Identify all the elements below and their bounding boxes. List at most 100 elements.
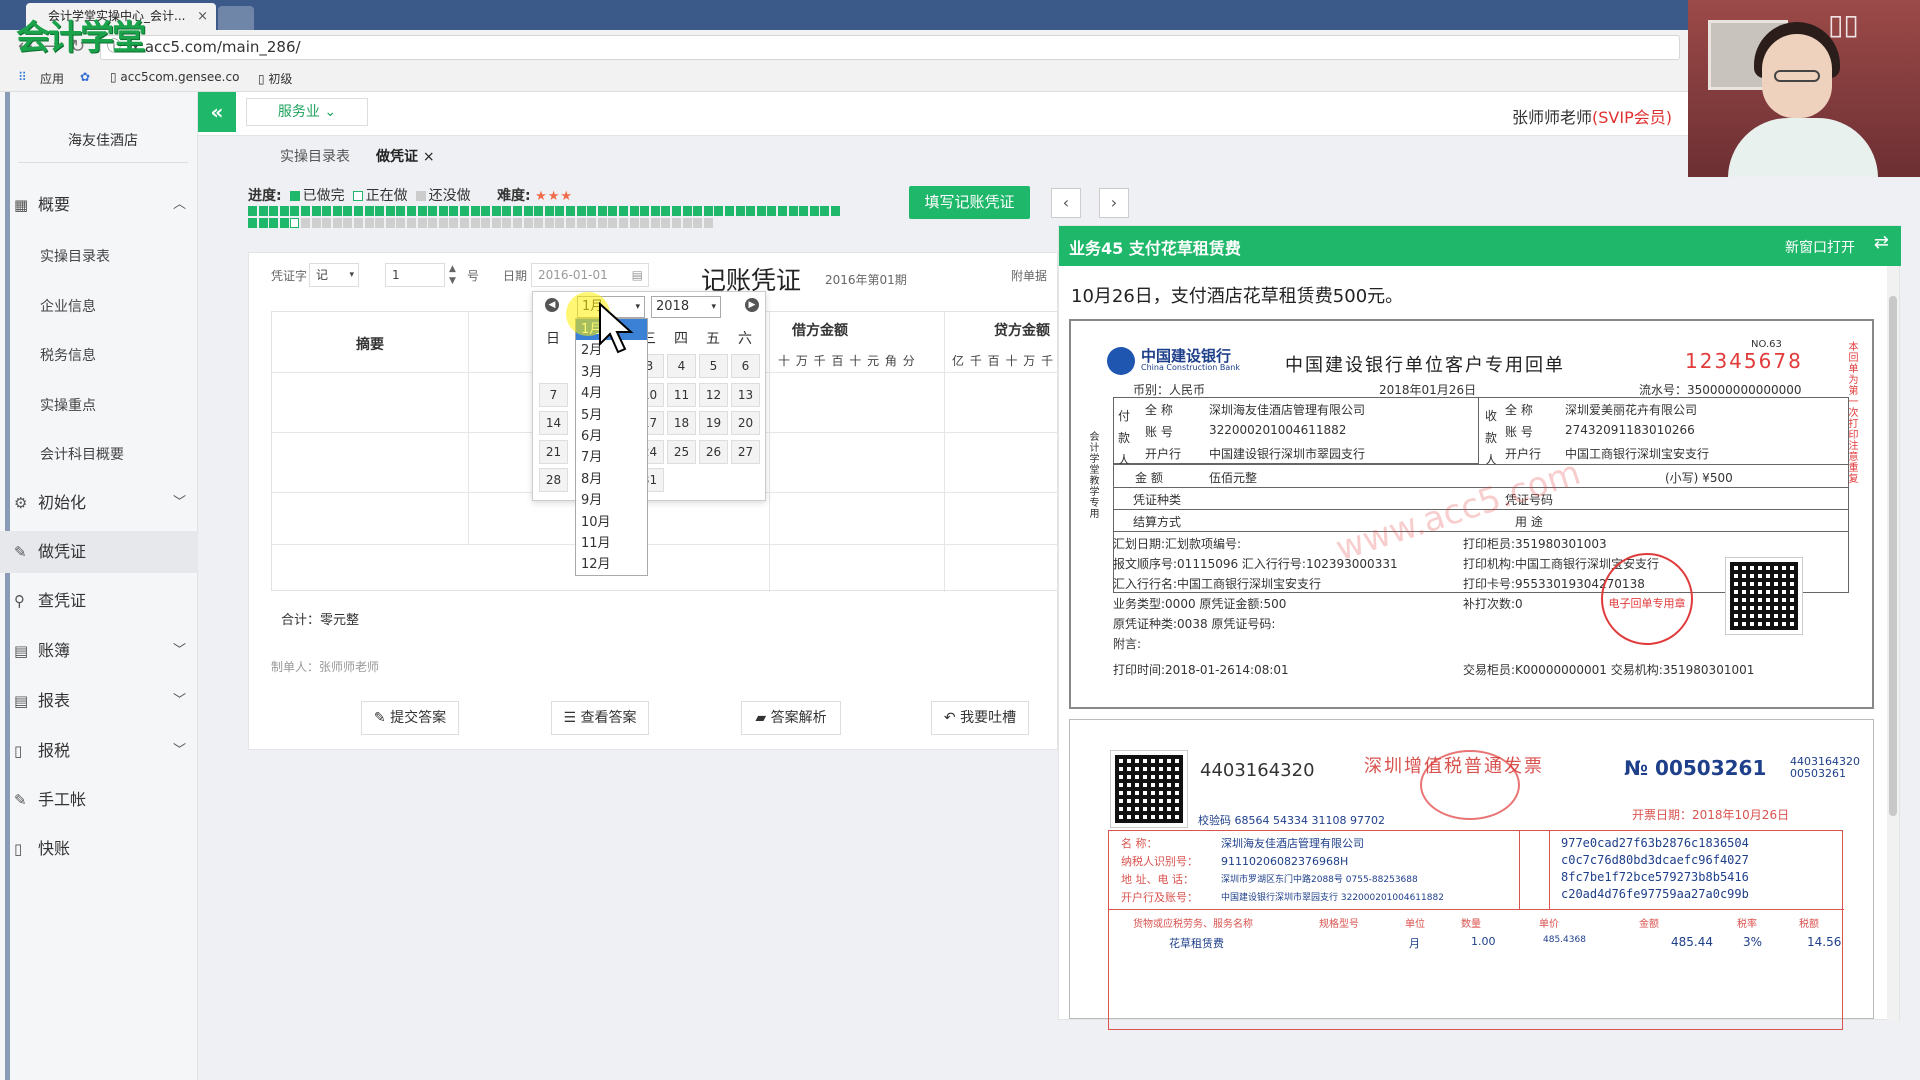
month-option[interactable]: 4月 xyxy=(576,383,647,404)
progress-segment[interactable] xyxy=(799,206,809,216)
calendar-day[interactable]: 7 xyxy=(539,382,568,407)
progress-segment[interactable] xyxy=(279,206,289,216)
panel-scrollbar[interactable] xyxy=(1887,266,1899,1021)
progress-segment[interactable] xyxy=(438,206,448,216)
calendar-day[interactable]: 26 xyxy=(699,439,728,464)
menu-tax[interactable]: ▯ 报税 ﹀ xyxy=(0,730,198,772)
progress-segment[interactable] xyxy=(650,206,660,216)
progress-segment[interactable] xyxy=(396,206,406,216)
stepper-icon[interactable]: ▲ ▼ xyxy=(449,263,456,287)
progress-segment[interactable] xyxy=(608,218,618,228)
calendar-day[interactable]: 19 xyxy=(699,411,728,435)
progress-segment[interactable] xyxy=(608,206,618,216)
progress-segment[interactable] xyxy=(491,218,501,228)
menu-manual[interactable]: ✎ 手工帐 xyxy=(0,779,198,821)
swap-icon[interactable]: ⇄ xyxy=(1874,232,1889,253)
next-button[interactable]: › xyxy=(1099,188,1129,218)
menu-init[interactable]: ⚙ 初始化 ﹀ xyxy=(0,482,198,524)
progress-segment[interactable] xyxy=(693,206,703,216)
progress-segment[interactable] xyxy=(555,218,565,228)
progress-segment[interactable] xyxy=(460,206,469,216)
sub-key-points[interactable]: 实操重点 xyxy=(40,395,96,415)
answer-analysis-button[interactable]: ▰ 答案解析 xyxy=(741,701,841,735)
new-tab-button[interactable] xyxy=(218,6,254,30)
progress-segment[interactable] xyxy=(597,218,607,228)
progress-segment[interactable] xyxy=(703,218,713,228)
calendar-day[interactable]: 4 xyxy=(667,354,696,378)
progress-segment[interactable] xyxy=(502,218,512,228)
progress-segment[interactable] xyxy=(290,218,300,228)
close-tab-icon[interactable]: × xyxy=(197,3,208,30)
prev-button[interactable]: ‹ xyxy=(1051,188,1081,218)
paw-icon[interactable]: ✿ xyxy=(80,70,90,84)
progress-segment[interactable] xyxy=(587,206,597,216)
calendar-day[interactable]: 6 xyxy=(731,354,760,378)
progress-segment[interactable] xyxy=(428,218,438,228)
progress-segment[interactable] xyxy=(248,206,257,216)
menu-query-voucher[interactable]: ⚲ 查凭证 xyxy=(0,580,198,622)
progress-segment[interactable] xyxy=(354,206,363,216)
progress-segment[interactable] xyxy=(629,218,639,228)
progress-segment[interactable] xyxy=(470,206,480,216)
fill-voucher-button[interactable]: 填写记账凭证 xyxy=(909,186,1030,219)
progress-segment[interactable] xyxy=(725,206,734,216)
calendar-day[interactable]: 5 xyxy=(699,354,728,378)
feedback-button[interactable]: ↶ 我要吐槽 xyxy=(931,701,1029,735)
menu-make-voucher[interactable]: ✎ 做凭证 xyxy=(0,531,198,573)
progress-segment[interactable] xyxy=(364,206,374,216)
month-option[interactable]: 6月 xyxy=(576,426,647,447)
menu-ledger[interactable]: ▤ 账簿 ﹀ xyxy=(0,630,198,672)
prev-month-icon[interactable]: ◀ xyxy=(545,298,559,312)
progress-segment[interactable] xyxy=(449,206,459,216)
progress-segment[interactable] xyxy=(396,218,406,228)
progress-segment[interactable] xyxy=(375,218,385,228)
sub-catalog[interactable]: 实操目录表 xyxy=(40,246,110,266)
month-option[interactable]: 11月 xyxy=(576,533,647,554)
progress-segment[interactable] xyxy=(513,218,522,228)
progress-segment[interactable] xyxy=(831,206,840,216)
progress-segment[interactable] xyxy=(301,218,310,228)
progress-segment[interactable] xyxy=(544,206,554,216)
progress-segment[interactable] xyxy=(809,206,819,216)
bookmark-gensee[interactable]: ▯ acc5com.gensee.co xyxy=(110,70,239,84)
progress-segment[interactable] xyxy=(523,218,533,228)
progress-segment[interactable] xyxy=(555,206,565,216)
progress-segment[interactable] xyxy=(756,206,766,216)
progress-segment[interactable] xyxy=(661,206,671,216)
progress-segment[interactable] xyxy=(279,218,289,228)
progress-segment[interactable] xyxy=(576,218,586,228)
progress-segment[interactable] xyxy=(523,206,533,216)
month-option[interactable]: 12月 xyxy=(576,554,647,575)
calendar-day[interactable]: 12 xyxy=(699,382,728,407)
progress-segment[interactable] xyxy=(767,206,777,216)
open-new-window-link[interactable]: 新窗口打开 xyxy=(1785,237,1855,257)
progress-segment[interactable] xyxy=(417,206,427,216)
bookmark-apps[interactable]: 应用 xyxy=(40,70,64,87)
progress-segment[interactable] xyxy=(290,206,300,216)
month-option[interactable]: 8月 xyxy=(576,469,647,490)
month-option[interactable]: 9月 xyxy=(576,490,647,511)
progress-segment[interactable] xyxy=(619,218,628,228)
menu-reports[interactable]: ▤ 报表 ﹀ xyxy=(0,680,198,722)
date-input[interactable]: 2016-01-01 ▤ xyxy=(531,263,649,287)
tab-catalog[interactable]: 实操目录表 xyxy=(280,146,350,166)
progress-segment[interactable] xyxy=(481,218,491,228)
progress-segment[interactable] xyxy=(385,206,395,216)
progress-segment[interactable] xyxy=(491,206,501,216)
menu-overview[interactable]: ▦ 概要 ︿ xyxy=(0,184,198,226)
progress-segment[interactable] xyxy=(778,206,787,216)
progress-segment[interactable] xyxy=(640,206,650,216)
progress-segment[interactable] xyxy=(332,206,342,216)
progress-segment[interactable] xyxy=(332,218,342,228)
progress-segment[interactable] xyxy=(566,206,575,216)
progress-segment[interactable] xyxy=(502,206,512,216)
progress-segment[interactable] xyxy=(322,218,332,228)
view-answer-button[interactable]: ☰ 查看答案 xyxy=(551,701,649,735)
progress-segment[interactable] xyxy=(364,218,374,228)
progress-segment[interactable] xyxy=(661,218,671,228)
user-info[interactable]: 张师师老师(SVIP会员) xyxy=(1512,104,1672,128)
scrollbar-thumb[interactable] xyxy=(1889,296,1897,816)
month-option[interactable]: 7月 xyxy=(576,447,647,468)
progress-segment[interactable] xyxy=(566,218,575,228)
progress-segment[interactable] xyxy=(735,206,745,216)
